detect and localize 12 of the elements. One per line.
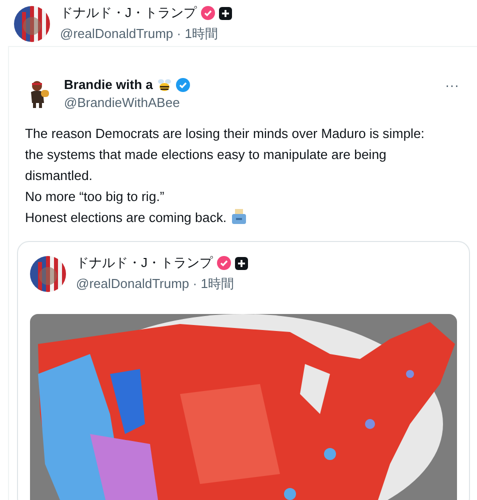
avatar[interactable] <box>14 6 50 42</box>
ballot-box-icon <box>230 209 247 224</box>
more-button[interactable]: ··· <box>445 77 467 93</box>
author-name[interactable]: Brandie with a <box>64 77 153 92</box>
author-handle: @BrandieWithABee <box>64 95 181 110</box>
post-text: The reason Democrats are losing their minds over Maduro is simple: the systems that made elections easy to manipulate are being dismantled. No more “too big to rig.” Honest elections are coming back. <box>25 126 424 225</box>
avatar[interactable] <box>30 256 66 292</box>
author-name[interactable]: ドナルド・J・トランプ <box>60 4 196 22</box>
author-handle: @realDonaldTrump · 1時間 <box>76 275 235 293</box>
bee-icon <box>156 78 172 92</box>
author-name[interactable]: ドナルド・J・トランプ <box>76 254 212 272</box>
author-handle: @realDonaldTrump · 1時間 <box>60 25 219 43</box>
